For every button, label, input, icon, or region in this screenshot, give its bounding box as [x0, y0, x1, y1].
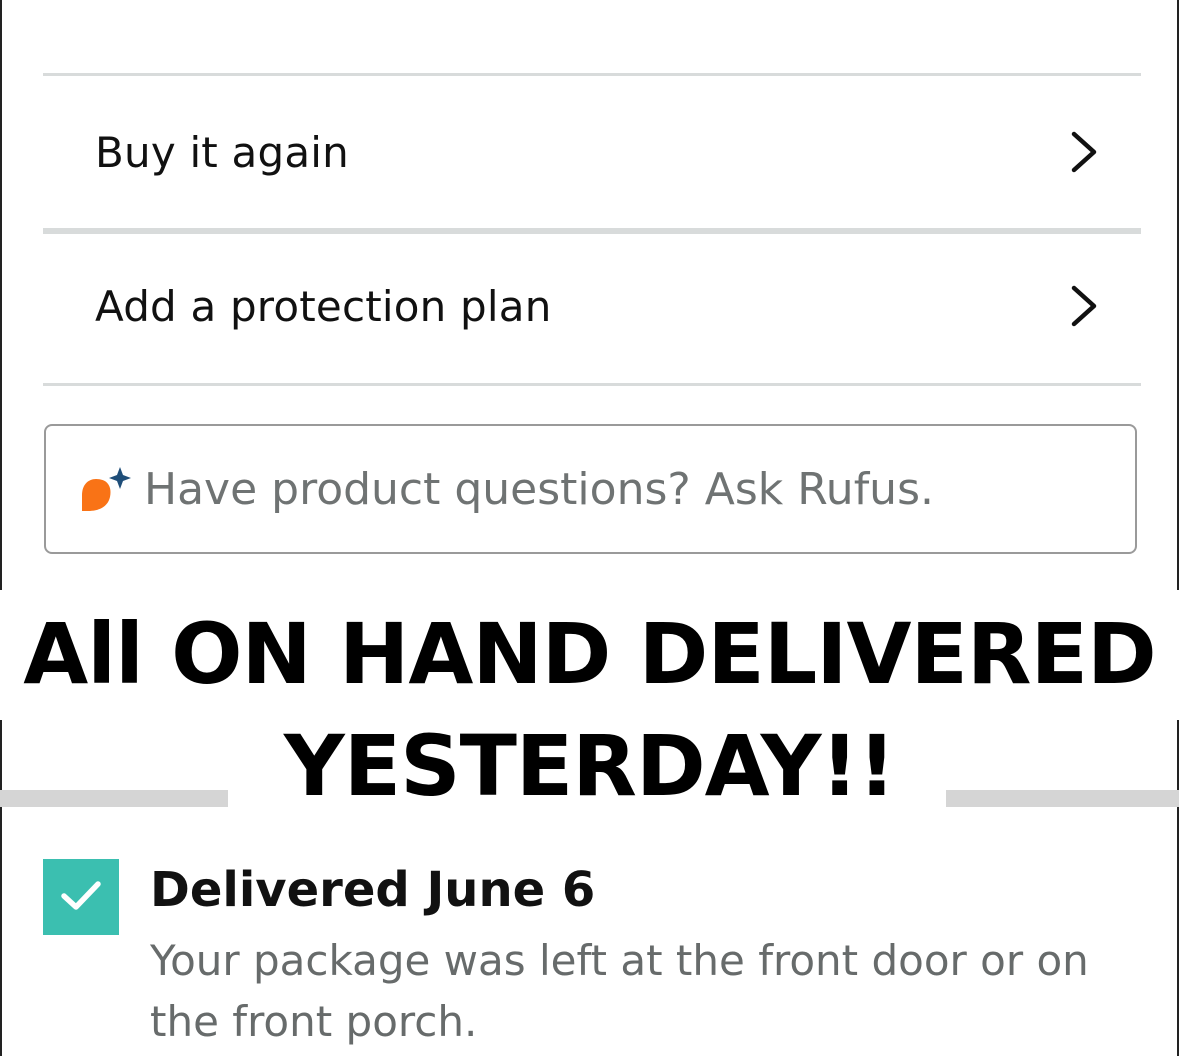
add-protection-plan-label: Add a protection plan [95, 281, 552, 331]
divider [43, 383, 1141, 386]
ask-rufus-placeholder: Have product questions? Ask Rufus. [144, 463, 934, 515]
banner-text-line-2: YESTERDAY!! [283, 717, 896, 815]
add-protection-plan-row[interactable]: Add a protection plan [43, 230, 1141, 382]
frame-border-left [0, 0, 2, 590]
ask-rufus-input[interactable]: Have product questions? Ask Rufus. [44, 424, 1137, 554]
banner-text-line-1: All ON HAND DELIVERED [23, 605, 1156, 703]
checkmark-icon [61, 881, 101, 910]
buy-it-again-label: Buy it again [95, 127, 349, 177]
rufus-icon [82, 467, 131, 511]
chevron-right-icon [1071, 131, 1097, 173]
chevron-right-icon [1071, 285, 1097, 327]
buy-it-again-row[interactable]: Buy it again [43, 76, 1141, 228]
delivery-status-badge [43, 859, 119, 935]
delivery-status-title: Delivered June 6 [150, 862, 596, 918]
delivery-status-description: Your package was left at the front door … [150, 936, 1089, 1046]
